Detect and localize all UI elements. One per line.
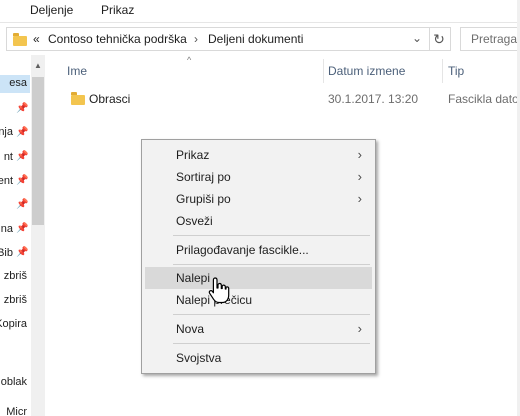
- chevron-right-icon: ›: [357, 169, 362, 184]
- chevron-right-icon: ›: [357, 191, 362, 206]
- menu-separator: [173, 314, 370, 315]
- column-separator[interactable]: [323, 59, 324, 83]
- pin-icon[interactable]: 📌: [16, 103, 28, 117]
- menu-item-paste[interactable]: Nalepi: [145, 267, 372, 289]
- pin-icon[interactable]: 📌: [16, 175, 28, 189]
- menu-item-sort-by[interactable]: Sortiraj po ›: [145, 166, 372, 188]
- breadcrumb-separator: ›: [194, 32, 198, 46]
- breadcrumb-contoso[interactable]: Contoso tehnička podrška: [48, 32, 187, 46]
- nav-item[interactable]: Micr: [0, 404, 30, 416]
- menu-item-group-by[interactable]: Grupiši po ›: [145, 188, 372, 210]
- scroll-up-icon[interactable]: ▲: [34, 61, 42, 70]
- ribbon-tab-view[interactable]: Prikaz: [101, 3, 134, 17]
- search-placeholder: Pretraga u: [471, 32, 520, 46]
- column-header-type[interactable]: Tip: [448, 64, 464, 78]
- chevron-right-icon: ›: [357, 147, 362, 162]
- hand-cursor-icon: [208, 277, 230, 304]
- file-name: Obrasci: [89, 92, 131, 106]
- menu-item-customize-folder[interactable]: Prilagođavanje fascikle...: [145, 239, 372, 261]
- nav-item[interactable]: zbriš: [0, 292, 30, 310]
- pin-icon[interactable]: 📌: [16, 127, 28, 141]
- menu-item-properties[interactable]: Svojstva: [145, 347, 372, 369]
- menu-item-paste-shortcut[interactable]: Nalepi prečicu: [145, 289, 372, 311]
- refresh-icon[interactable]: ↻: [428, 27, 451, 51]
- menu-separator: [173, 235, 370, 236]
- nav-item[interactable]: zbriš: [0, 268, 30, 286]
- file-date: 30.1.2017. 13:20: [328, 92, 419, 106]
- nav-item[interactable]: esa: [0, 75, 30, 93]
- menu-item-view[interactable]: Prikaz ›: [145, 144, 372, 166]
- address-row: « Contoso tehnička podrška › Deljeni dok…: [0, 23, 520, 55]
- search-input[interactable]: Pretraga u: [460, 27, 520, 51]
- chevron-right-icon: ›: [357, 321, 362, 336]
- nav-item[interactable]: Kopira: [0, 316, 30, 334]
- column-header-name[interactable]: Ime: [67, 64, 87, 78]
- context-menu: Prikaz › Sortiraj po › Grupiši po › Osve…: [141, 139, 376, 374]
- column-separator[interactable]: [442, 59, 443, 83]
- breadcrumb-shared-docs[interactable]: Deljeni dokumenti: [208, 32, 303, 46]
- address-bar[interactable]: « Contoso tehnička podrška › Deljeni dok…: [6, 27, 430, 51]
- ribbon: Deljenje Prikaz: [0, 0, 520, 23]
- menu-separator: [173, 264, 370, 265]
- pin-icon[interactable]: 📌: [16, 223, 28, 237]
- folder-icon: [71, 92, 85, 105]
- pin-icon[interactable]: 📌: [16, 199, 28, 213]
- column-header-date[interactable]: Datum izmene: [328, 64, 405, 78]
- chevron-down-icon[interactable]: ⌄: [412, 31, 422, 45]
- pin-icon[interactable]: 📌: [16, 247, 28, 261]
- pin-icon[interactable]: 📌: [16, 151, 28, 165]
- menu-item-new[interactable]: Nova ›: [145, 318, 372, 340]
- folder-icon: [13, 33, 27, 46]
- sort-ascending-icon: ^: [187, 55, 192, 65]
- nav-scrollbar[interactable]: ▲: [31, 55, 45, 416]
- scrollbar-thumb[interactable]: [32, 77, 44, 225]
- nav-item[interactable]: oblak: [0, 374, 30, 392]
- ribbon-tab-share[interactable]: Deljenje: [30, 3, 73, 17]
- file-type: Fascikla datot: [448, 92, 520, 106]
- breadcrumb-back-chevron[interactable]: «: [33, 32, 40, 46]
- menu-item-refresh[interactable]: Osveži: [145, 210, 372, 232]
- menu-separator: [173, 343, 370, 344]
